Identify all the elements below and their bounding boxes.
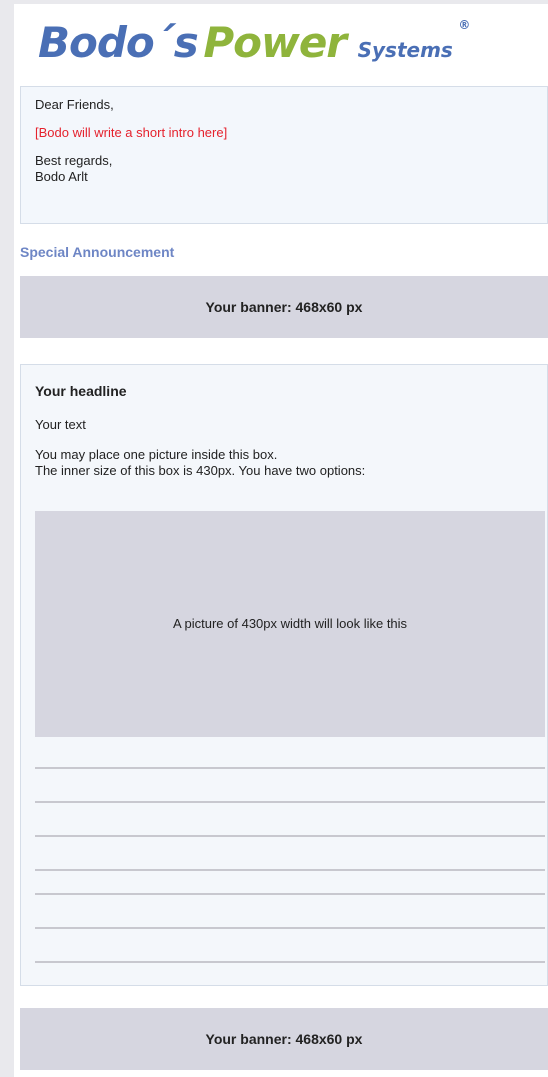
banner-top-label: Your banner: 468x60 px: [205, 299, 363, 315]
bodos-power-logo: Bodo´s Power Systems ®: [38, 18, 478, 74]
newsletter-page: Bodo´s Power Systems ® Dear Friends, [Bo…: [14, 4, 548, 1077]
picture-placeholder: A picture of 430px width will look like …: [35, 511, 545, 737]
special-announcement-heading: Special Announcement: [20, 244, 175, 260]
banner-bottom[interactable]: Your banner: 468x60 px: [20, 1008, 548, 1070]
banner-top[interactable]: Your banner: 468x60 px: [20, 276, 548, 338]
logo-word-power: Power: [203, 18, 347, 67]
logo-registered-mark: ®: [458, 18, 471, 32]
content-box: Your headline Your text You may place on…: [20, 364, 548, 986]
content-info-line-2: The inner size of this box is 430px. You…: [35, 463, 366, 478]
text-line: [35, 961, 545, 963]
picture-placeholder-label: A picture of 430px width will look like …: [172, 616, 408, 631]
text-line: [35, 893, 545, 895]
logo-word-systems: Systems: [357, 38, 453, 62]
content-info-line-1: You may place one picture inside this bo…: [35, 447, 278, 462]
intro-signature-name: Bodo Arlt: [35, 169, 88, 184]
logo-word-bodos: Bodo´s: [38, 18, 199, 67]
text-line: [35, 767, 545, 769]
text-line: [35, 801, 545, 803]
intro-box: Dear Friends, [Bodo will write a short i…: [20, 86, 548, 224]
banner-bottom-label: Your banner: 468x60 px: [205, 1031, 363, 1047]
text-line: [35, 927, 545, 929]
text-line: [35, 835, 545, 837]
content-headline: Your headline: [35, 383, 127, 399]
intro-placeholder: [Bodo will write a short intro here]: [35, 125, 228, 140]
intro-regards: Best regards,: [35, 153, 113, 168]
content-text: Your text: [35, 417, 86, 432]
text-line: [35, 869, 545, 871]
intro-signoff: Best regards, Bodo Arlt: [35, 153, 533, 185]
intro-greeting: Dear Friends,: [35, 97, 114, 112]
